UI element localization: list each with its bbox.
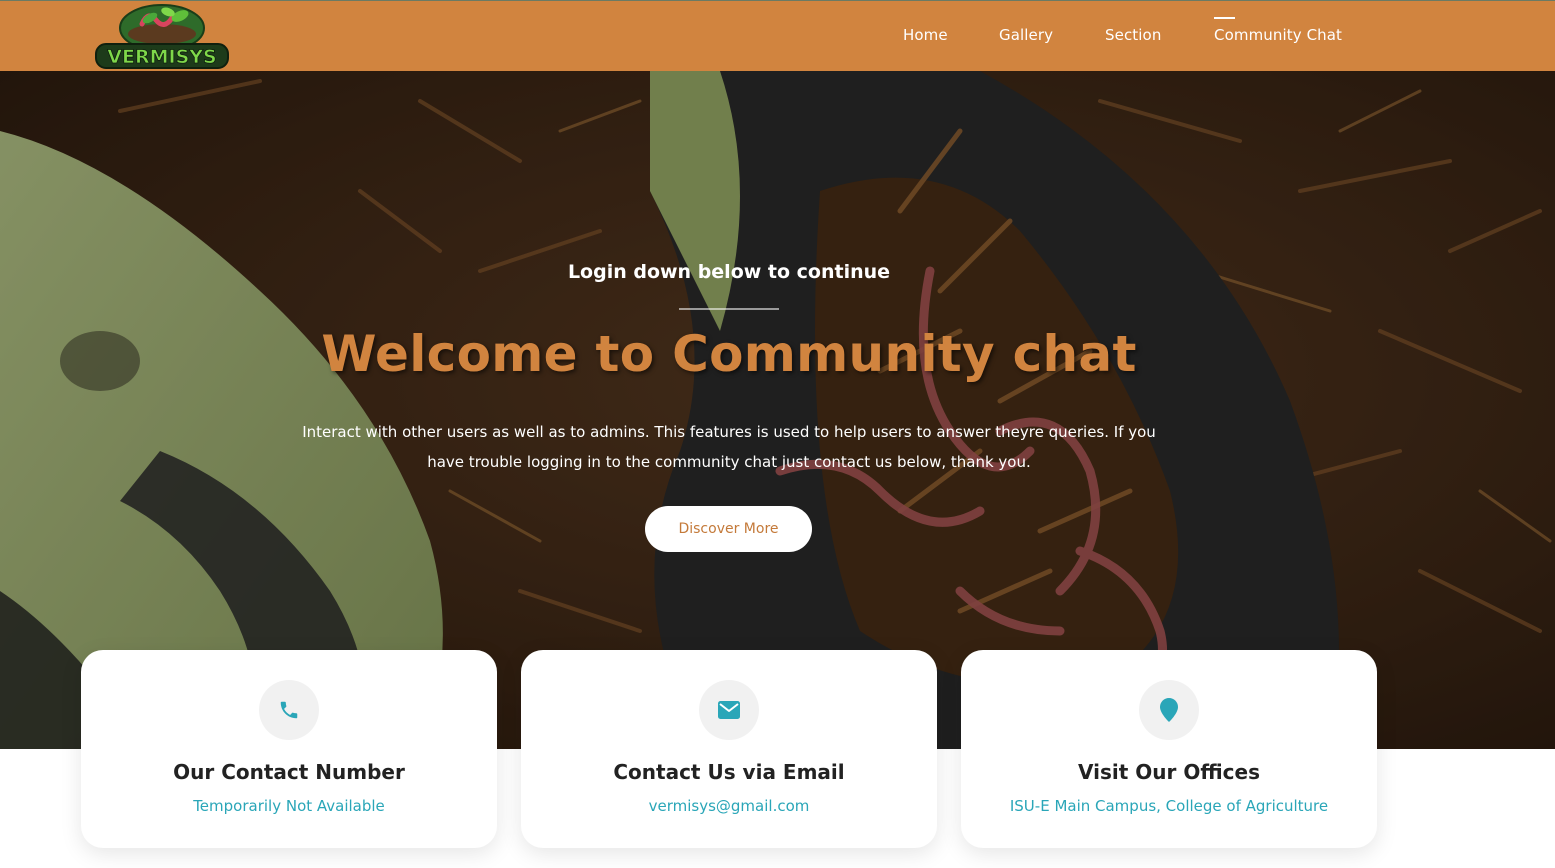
phone-icon — [280, 701, 298, 719]
envelope-icon-circle — [699, 680, 759, 740]
offices-title: Visit Our Offices — [1078, 760, 1260, 784]
navbar: VERMISYS Home Gallery Section Community … — [0, 0, 1555, 71]
hero-description: Interact with other users as well as to … — [302, 423, 1156, 471]
hero-section: Login down below to continue Welcome to … — [0, 71, 1555, 749]
contact-card-office: Visit Our Offices ISU-E Main Campus, Col… — [961, 650, 1377, 848]
offices-value: ISU-E Main Campus, College of Agricultur… — [1009, 797, 1329, 815]
nav-community-chat[interactable]: Community Chat — [1214, 17, 1342, 44]
hero-overlay — [0, 71, 1555, 749]
phone-icon-circle — [259, 680, 319, 740]
contact-number-value: Temporarily Not Available — [193, 797, 385, 815]
hero-divider — [679, 308, 779, 310]
nav-gallery[interactable]: Gallery — [999, 26, 1053, 44]
contact-number-title: Our Contact Number — [173, 760, 405, 784]
discover-more-button[interactable]: Discover More — [645, 506, 812, 552]
map-pin-icon-circle — [1139, 680, 1199, 740]
main-nav: Home Gallery Section Community Chat — [0, 1, 1555, 72]
contact-card-email: Contact Us via Email vermisys@gmail.com — [521, 650, 937, 848]
email-title: Contact Us via Email — [613, 760, 845, 784]
map-pin-icon — [1160, 698, 1178, 722]
nav-home[interactable]: Home — [903, 26, 948, 44]
hero-subtitle: Login down below to continue — [567, 261, 891, 283]
contact-card-phone: Our Contact Number Temporarily Not Avail… — [81, 650, 497, 848]
nav-section[interactable]: Section — [1105, 26, 1161, 44]
email-value[interactable]: vermisys@gmail.com — [521, 797, 937, 815]
envelope-icon — [718, 701, 740, 719]
hero-title: Welcome to Community chat — [321, 325, 1137, 383]
